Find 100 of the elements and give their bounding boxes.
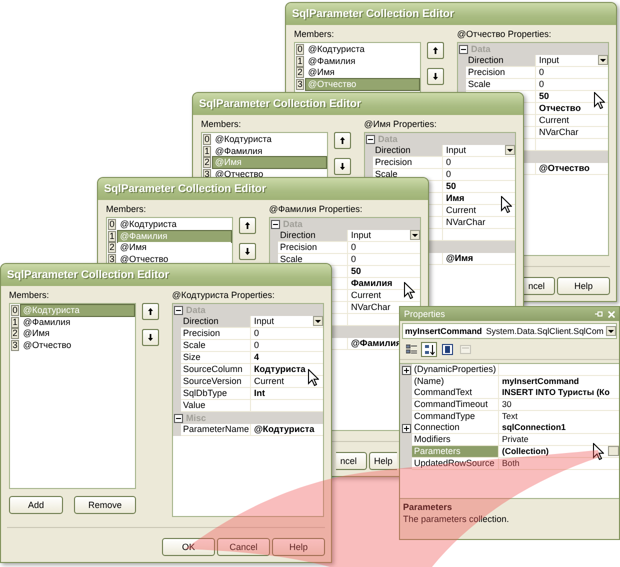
property-value: 0	[348, 254, 420, 266]
property-value: Current	[251, 376, 323, 388]
property-name: Precision	[181, 328, 251, 340]
property-value: Имя	[443, 193, 515, 205]
dialog-button[interactable]: ncel	[524, 277, 555, 295]
move-down-button[interactable]	[427, 68, 444, 85]
object-selector[interactable]: myInsertCommand System.Data.SqlClient.SqlCom	[402, 323, 617, 339]
property-value: 0	[251, 328, 323, 340]
expand-icon[interactable]	[402, 366, 410, 374]
dialog-button[interactable]: Help	[272, 538, 325, 556]
property-row[interactable]: Direction Input	[458, 55, 608, 67]
dropdown-button[interactable]	[606, 326, 616, 336]
property-value: 0	[443, 169, 515, 181]
dropdown-button[interactable]	[313, 316, 323, 326]
index-label: 2	[11, 328, 19, 339]
sort-icon	[424, 344, 434, 354]
property-row[interactable]: Direction Input	[173, 316, 323, 328]
collapse-icon[interactable]	[366, 134, 375, 144]
property-row[interactable]: ParameterName @Кодтуриста	[173, 424, 323, 436]
property-name: Direction	[373, 145, 443, 157]
property-row[interactable]: Connection sqlConnection1	[400, 422, 619, 434]
dropdown-field[interactable]: Input	[443, 145, 515, 157]
property-row[interactable]: Precision 0	[173, 328, 323, 340]
window-title: SqlParameter Collection Editor	[199, 98, 361, 110]
dialog-button[interactable]: OK	[162, 538, 215, 556]
list-button[interactable]: Remove	[74, 496, 136, 514]
property-name: Scale	[466, 79, 536, 91]
move-up-button[interactable]	[239, 217, 256, 234]
dropdown-field[interactable]: Input	[348, 230, 420, 242]
member-item[interactable]: @Фамилия	[21, 316, 134, 328]
dropdown-button[interactable]	[410, 230, 420, 240]
property-name: CommandType	[412, 410, 499, 423]
property-name: Modifiers	[412, 434, 499, 446]
collapse-icon[interactable]	[174, 306, 183, 314]
toolbar-button[interactable]	[439, 342, 455, 356]
property-row[interactable]: Direction Input	[365, 145, 515, 157]
move-up-button[interactable]	[334, 132, 351, 149]
property-row[interactable]: Direction Input	[270, 230, 420, 242]
property-row[interactable]: SourceColumn Кодтуриста	[173, 364, 323, 376]
property-name: Direction	[181, 316, 251, 328]
property-row[interactable]: Scale 0	[173, 340, 323, 352]
property-row[interactable]: Precision 0	[365, 157, 515, 169]
window-title: SqlParameter Collection Editor	[104, 183, 266, 195]
move-up-button[interactable]	[427, 42, 444, 59]
property-row[interactable]: Modifiers Private	[400, 434, 619, 446]
arrow-up-icon	[148, 308, 153, 315]
window-title: SqlParameter Collection Editor	[7, 269, 169, 281]
property-row[interactable]: Value	[173, 400, 323, 412]
dropdown-field[interactable]: Input	[251, 316, 323, 328]
property-value: Отчество	[536, 103, 608, 115]
collapse-icon[interactable]	[459, 44, 468, 54]
index-label: 0	[11, 305, 19, 316]
property-value: myInsertCommand	[499, 376, 619, 388]
property-row[interactable]: (DynamicProperties)	[400, 364, 619, 376]
property-row[interactable]: CommandText INSERT INTO Туристы (Ко	[400, 387, 619, 400]
property-row[interactable]: Scale 0	[458, 79, 608, 91]
move-down-button[interactable]	[239, 243, 256, 260]
toolbar-button[interactable]	[421, 342, 437, 356]
move-down-button[interactable]	[142, 329, 159, 346]
collapse-icon[interactable]	[174, 414, 183, 422]
collapse-icon[interactable]	[271, 220, 280, 228]
pin-icon[interactable]	[595, 311, 603, 317]
dropdown-button[interactable]	[598, 55, 608, 65]
arrow-up-icon	[245, 222, 250, 229]
property-value: 0	[536, 79, 608, 91]
member-item[interactable]: @Фамилия	[213, 146, 326, 156]
property-row[interactable]: SourceVersion Current	[173, 376, 323, 388]
property-row[interactable]: Precision 0	[270, 242, 420, 254]
property-row[interactable]: Size 4	[173, 352, 323, 364]
property-row[interactable]: CommandType Text	[400, 410, 619, 422]
property-row[interactable]: Scale 0	[270, 254, 420, 266]
dialog-button[interactable]: Help	[369, 452, 397, 470]
list-button[interactable]: Add	[9, 496, 63, 514]
close-icon[interactable]	[608, 310, 615, 318]
mouse-cursor-icon	[404, 282, 415, 299]
property-row[interactable]: Precision 0	[458, 67, 608, 79]
property-value: @Отчество	[536, 163, 608, 175]
dialog-button[interactable]: Cancel	[217, 538, 270, 556]
dialog-button[interactable]: Help	[557, 277, 610, 295]
dropdown-field[interactable]: Input	[536, 55, 608, 67]
property-value: 0	[251, 340, 323, 352]
dropdown-button[interactable]	[505, 145, 515, 155]
property-row[interactable]: CommandTimeout 30	[400, 399, 619, 411]
arrow-down-icon	[340, 163, 345, 170]
members-label: Members:	[201, 119, 242, 129]
move-up-button[interactable]	[142, 303, 159, 320]
property-value: 50	[348, 266, 420, 278]
property-row[interactable]: (Name) myInsertCommand	[400, 376, 619, 388]
arrow-up-icon	[433, 47, 438, 54]
property-name: SqlDbType	[181, 388, 251, 400]
property-value: Private	[499, 434, 619, 446]
property-row[interactable]: SqlDbType Int	[173, 388, 323, 400]
move-down-button[interactable]	[334, 158, 351, 175]
expand-icon[interactable]	[402, 424, 410, 433]
toolbar-button[interactable]	[403, 342, 419, 356]
window-title: SqlParameter Collection Editor	[292, 8, 454, 20]
dialog-button[interactable]: ncel	[336, 452, 367, 470]
property-name: Value	[181, 400, 251, 412]
property-pages-icon	[442, 344, 452, 354]
property-value: sqlConnection1	[499, 422, 619, 434]
